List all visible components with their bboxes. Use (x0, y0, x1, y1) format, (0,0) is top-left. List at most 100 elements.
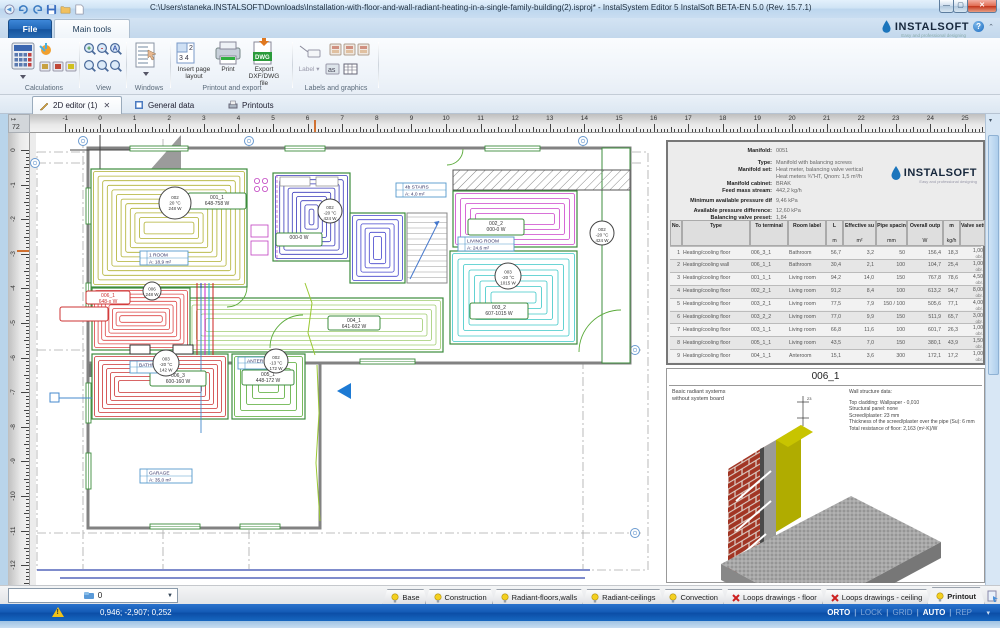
table-cell: 4 (677, 288, 680, 295)
toggle-grid[interactable]: GRID (893, 608, 913, 617)
ruler-number: 23 (892, 115, 900, 122)
table-cell: 26,3 (947, 326, 958, 333)
bottom-tab-convection[interactable]: Convection (660, 589, 727, 605)
table-row[interactable]: 2 Heating/cooling wall 006_1_1 Bathroom 30,4… (670, 258, 983, 272)
table-row[interactable]: 8 Heating/cooling floor 005_1_1 Living room… (670, 336, 983, 349)
table-row[interactable]: 4 Heating/cooling floor 002_2_1 Living room… (670, 284, 983, 298)
table-row[interactable]: 7 Heating/cooling floor 003_1_1 Living room… (670, 323, 983, 336)
undo-icon[interactable] (18, 4, 29, 15)
ruler-number: 17 (684, 115, 692, 122)
redo-icon[interactable] (32, 4, 43, 15)
export-dxf-dwg-button[interactable]: Export DXF/DWG file (244, 66, 284, 87)
svg-text:607-1015 W: 607-1015 W (485, 311, 513, 317)
svg-text:DWG: DWG (255, 55, 270, 61)
bottom-tab-printout[interactable]: Printout (927, 587, 985, 605)
svg-text:as: as (328, 67, 336, 74)
save-icon[interactable] (46, 4, 57, 15)
doc-tab-2d-editor-1-[interactable]: 2D editor (1) ✕ (32, 96, 122, 114)
table-cell: 601,7 (928, 326, 941, 333)
bottom-tab-radiant-ceilings[interactable]: Radiant-ceilings (582, 589, 664, 605)
main-tools-tab[interactable]: Main tools (54, 19, 130, 38)
table-cell: 11,6 (864, 326, 874, 333)
insert-page-layout-button[interactable]: Insert page layout (172, 66, 216, 80)
cursor-coordinates: 0,946; -2,907; 0,252 (100, 608, 172, 617)
scrollbar-thumb[interactable] (988, 135, 999, 375)
print-button[interactable]: Print (214, 66, 242, 73)
bulb-icon (434, 593, 442, 603)
table-cell: 50 (899, 249, 905, 256)
table-cell: 77,5 (830, 301, 841, 308)
ruler-number: 10 (442, 115, 450, 122)
table-cell: 7,0 (866, 339, 874, 346)
table-cell: 65,7 (947, 314, 958, 320)
scrollbar-top-caret[interactable]: ▾ (989, 117, 992, 124)
layer-icon (83, 591, 94, 599)
table-cell: Bathroom (789, 262, 812, 269)
status-dropdown-icon[interactable]: ▾ (986, 609, 990, 617)
warning-icon[interactable] (52, 607, 64, 617)
toggle-orto[interactable]: ORTO (827, 608, 850, 617)
table-cell: 77,1 (947, 301, 958, 308)
minimize-button[interactable]: — (939, 0, 954, 13)
table-cell: 004_1_1 (751, 352, 772, 359)
svg-text:A: 18,9 m²: A: 18,9 m² (149, 260, 172, 266)
tab-scroll-icon[interactable] (987, 590, 999, 602)
ruler-number: 18 (719, 115, 727, 122)
manifold-info-row: Manifold: 0051 (747, 148, 789, 154)
table-cell: 767,8 (928, 275, 941, 282)
table-row[interactable]: 3 Heating/cooling floor 001_1_1 Living room… (670, 271, 983, 285)
table-cell: 150 (896, 314, 905, 320)
ruler-number: 22 (857, 115, 865, 122)
table-cell: 14,0 (863, 275, 874, 282)
ribbon-tab-row: File Main tools INSTALSOFT Easy and prof… (0, 18, 1000, 38)
svg-text:248 W: 248 W (145, 292, 159, 297)
table-column-header: No. (670, 220, 682, 246)
svg-text:002: 002 (326, 205, 334, 210)
ruler-number: 9 (409, 115, 414, 122)
drawing-canvas[interactable]: 001_1 648-758 W 002_2 000-0 W 003_2 607-1015 … (30, 133, 985, 585)
table-row[interactable]: 9 Heating/cooling floor 004_1_1 Anteroom 15,… (670, 349, 983, 362)
vertical-scrollbar[interactable]: ▾ (985, 114, 1000, 585)
table-row[interactable]: 1 Heating/cooling floor 006_3_1 Bathroom 56,… (670, 246, 983, 259)
file-tab[interactable]: File (8, 19, 52, 38)
bottom-tab-loops-drawings-ceiling[interactable]: Loops drawings - ceiling (822, 589, 931, 605)
bottom-tab-base[interactable]: Base (382, 589, 428, 605)
toggle-auto[interactable]: AUTO (923, 608, 946, 617)
toggle-lock[interactable]: LOCK (860, 608, 882, 617)
maximize-button[interactable]: ▢ (953, 0, 968, 13)
editor-icon (39, 102, 49, 110)
table-cell: 511,9 (928, 314, 941, 320)
doc-tab-general-data[interactable]: General data (128, 96, 210, 114)
collapse-ribbon-icon[interactable]: ⌃ (988, 23, 994, 31)
toggle-rep[interactable]: REP (956, 608, 972, 617)
table-row[interactable]: 6 Heating/cooling floor 003_2_2 Living room… (670, 310, 983, 324)
new-file-icon[interactable] (74, 4, 85, 15)
close-tab-icon[interactable]: ✕ (103, 101, 110, 110)
table-cell: 006_3_1 (751, 249, 772, 256)
close-button[interactable]: ✕ (967, 0, 997, 13)
table-column-header: Lm (826, 220, 843, 246)
table-cell: 380,1 (928, 339, 941, 346)
ruler-arrows-icon: ↦ (11, 117, 17, 123)
layer-combo[interactable]: 0 ▼ (8, 588, 178, 603)
ruler-number: 19 (753, 115, 761, 122)
ruler-number: 20 (788, 115, 796, 122)
bulb-icon (936, 592, 944, 602)
doc-tab-printouts[interactable]: Printouts (222, 96, 292, 114)
table-row[interactable]: 5 Heating/cooling floor 003_2_1 Living room… (670, 297, 983, 311)
table-cell: 78,6 (947, 275, 958, 282)
open-folder-icon[interactable] (60, 4, 71, 15)
table-cell: 8 (677, 339, 680, 346)
bottom-tab-construction[interactable]: Construction (425, 589, 496, 605)
ruler-corner[interactable]: ↦ 72 (8, 114, 30, 133)
help-icon[interactable]: ? (973, 21, 985, 32)
table-cell: 56,7 (830, 249, 841, 256)
ruler-number: 14 (580, 115, 588, 122)
label-button[interactable]: Label ▾ (296, 66, 322, 73)
table-cell: Heating/cooling floor (683, 339, 731, 346)
table-cell: 4,50 obr. (972, 273, 983, 285)
table-cell: 005_1_1 (751, 339, 772, 346)
bottom-tab-radiant-floors-walls[interactable]: Radiant-floors,walls (492, 589, 586, 605)
bottom-tab-loops-drawings-floor[interactable]: Loops drawings - floor (723, 589, 826, 605)
quick-access-toolbar[interactable] (4, 2, 85, 16)
